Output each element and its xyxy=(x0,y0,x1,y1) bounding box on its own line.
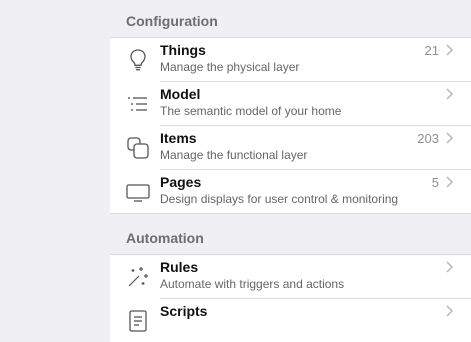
list-item-scripts[interactable]: Scripts xyxy=(110,298,471,342)
display-icon xyxy=(124,178,152,206)
item-title: Pages xyxy=(160,174,202,190)
section-title-configuration: Configuration xyxy=(126,13,218,29)
chevron-right-icon xyxy=(443,86,455,102)
item-title: Rules xyxy=(160,259,199,275)
list-item-rules[interactable]: Rules Automate with triggers and actions xyxy=(110,255,471,298)
list-item-model[interactable]: Model The semantic model of your home xyxy=(110,81,471,125)
list-icon xyxy=(124,90,152,118)
chevron-right-icon xyxy=(443,174,455,190)
item-subtitle: Manage the physical layer xyxy=(160,60,300,74)
item-count: 21 xyxy=(424,43,439,58)
item-count: 203 xyxy=(417,131,439,146)
item-subtitle: Design displays for user control & monit… xyxy=(160,192,399,206)
item-count: 5 xyxy=(431,175,439,190)
chevron-right-icon xyxy=(443,130,455,146)
section-title-automation: Automation xyxy=(126,230,204,246)
sparkles-icon xyxy=(124,263,152,291)
configuration-list: Things Manage the physical layer 21 Mode… xyxy=(110,37,471,214)
chevron-right-icon xyxy=(443,259,455,275)
lightbulb-icon xyxy=(124,46,152,74)
item-title: Things xyxy=(160,42,206,58)
left-margin xyxy=(0,0,110,323)
list-item-pages[interactable]: Pages Design displays for user control &… xyxy=(110,169,471,213)
item-subtitle: Automate with triggers and actions xyxy=(160,277,345,291)
item-title: Model xyxy=(160,86,201,102)
item-title: Items xyxy=(160,130,197,146)
automation-list: Rules Automate with triggers and actions… xyxy=(110,254,471,342)
list-item-things[interactable]: Things Manage the physical layer 21 xyxy=(110,38,471,81)
script-icon xyxy=(124,307,152,335)
squares-icon xyxy=(124,134,152,162)
item-subtitle: The semantic model of your home xyxy=(160,104,342,118)
list-item-items[interactable]: Items Manage the functional layer 203 xyxy=(110,125,471,169)
item-subtitle: Manage the functional layer xyxy=(160,148,308,162)
item-title: Scripts xyxy=(160,303,208,319)
chevron-right-icon xyxy=(443,42,455,58)
chevron-right-icon xyxy=(443,303,455,319)
settings-content: Configuration Things Manage the physical… xyxy=(110,0,471,342)
